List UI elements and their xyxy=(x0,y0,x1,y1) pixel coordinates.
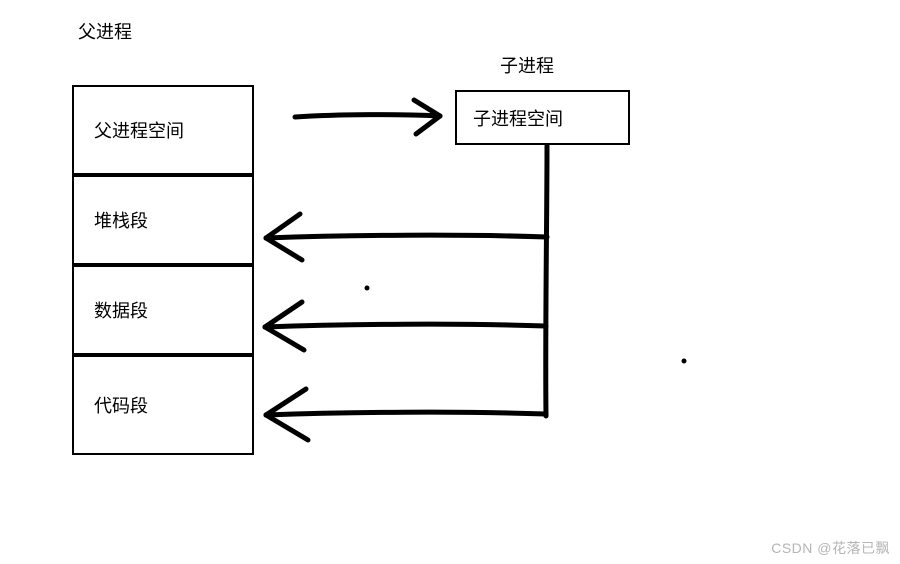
arrow-to-code xyxy=(266,389,546,440)
child-process-title: 子进程 xyxy=(500,52,554,78)
child-space-box: 子进程空间 xyxy=(455,90,630,145)
parent-space-box: 父进程空间 xyxy=(72,85,254,175)
arrow-to-stack xyxy=(266,214,547,260)
stray-dot-2 xyxy=(682,359,687,364)
stack-segment-label: 堆栈段 xyxy=(94,207,148,233)
watermark: CSDN @花落已飘 xyxy=(771,538,890,558)
vertical-connector xyxy=(546,146,547,416)
arrow-to-data xyxy=(265,302,546,350)
parent-process-title: 父进程 xyxy=(78,18,132,44)
data-segment-box: 数据段 xyxy=(72,265,254,355)
code-segment-box: 代码段 xyxy=(72,355,254,455)
code-segment-label: 代码段 xyxy=(94,392,148,418)
data-segment-label: 数据段 xyxy=(94,297,148,323)
parent-space-label: 父进程空间 xyxy=(94,117,184,143)
arrow-parent-to-child xyxy=(295,100,440,134)
child-space-label: 子进程空间 xyxy=(473,105,563,131)
stray-dot-1 xyxy=(365,286,370,291)
stack-segment-box: 堆栈段 xyxy=(72,175,254,265)
